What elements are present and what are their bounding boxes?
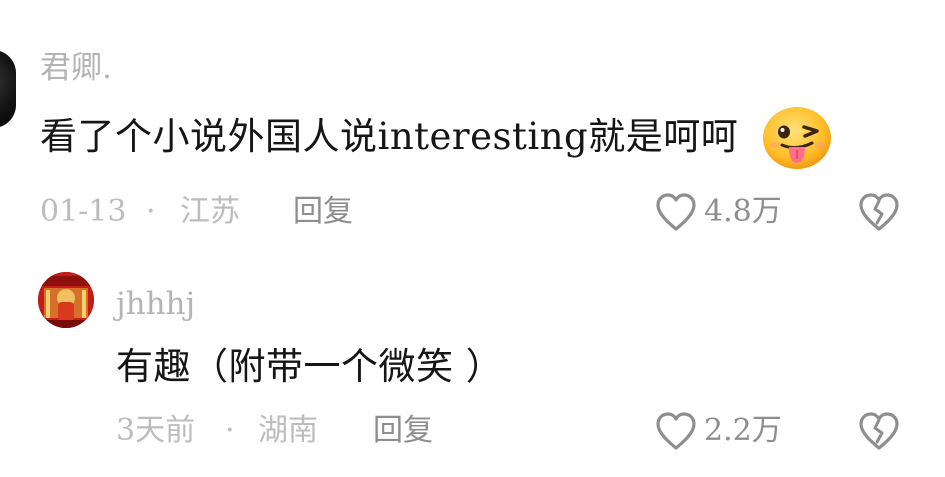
comment-username[interactable]: 君卿. — [40, 50, 112, 86]
comment-section: 君卿. 看了个小说外国人说interesting就是呵呵 01-13 · 江苏 … — [0, 0, 945, 477]
reply-button[interactable]: 回复 — [373, 413, 433, 449]
broken-heart-icon[interactable] — [857, 411, 901, 451]
broken-heart-icon[interactable] — [857, 192, 901, 232]
reply-text[interactable]: 有趣（附带一个微笑 ） — [116, 345, 503, 389]
meta-separator: · — [225, 413, 235, 448]
comment-text[interactable]: 看了个小说外国人说interesting就是呵呵 — [40, 115, 738, 159]
comment-location: 江苏 — [180, 194, 240, 229]
reply-button[interactable]: 回复 — [293, 194, 353, 230]
reply-location: 湖南 — [258, 413, 318, 448]
winking-tongue-emoji-icon — [762, 105, 832, 171]
meta-separator: · — [146, 194, 156, 229]
like-count: 4.8万 — [704, 194, 782, 229]
heart-outline-icon[interactable] — [654, 411, 698, 451]
reply-date: 3天前 — [116, 413, 196, 448]
comment-date: 01-13 — [40, 194, 127, 229]
avatar[interactable] — [0, 50, 16, 128]
like-count: 2.2万 — [704, 413, 782, 448]
reply-username[interactable]: jhhhj — [116, 286, 195, 322]
heart-outline-icon[interactable] — [654, 192, 698, 232]
avatar[interactable] — [38, 272, 94, 328]
